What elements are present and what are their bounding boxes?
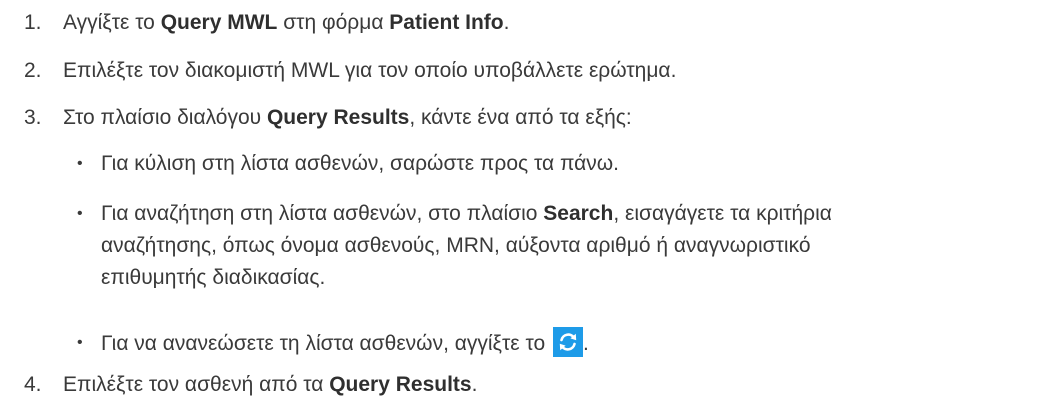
ui-term-search: Search [543,202,614,225]
step-text-part: , κάντε ένα από τα εξής: [409,106,632,129]
bullet-text-line: αναζήτησης, όπως όνομα ασθενούς, MRN, αύ… [101,234,811,257]
step-text-part: στη φόρμα [277,11,390,34]
bullet-text-part: Για να ανανεώσετε τη λίστα ασθενών, αγγί… [101,332,551,355]
step-text-part: . [471,373,478,396]
ui-term-query-results: Query Results [329,373,472,396]
bullet-dot: • [77,334,83,351]
step-text-part: Επιλέξτε τον ασθενή από τα [63,373,330,396]
step-text: Στο πλαίσιο διαλόγου Query Results, κάντ… [63,105,632,131]
ui-term-patient-info: Patient Info [389,11,504,34]
bullet-text: Για κύλιση στη λίστα ασθενών, σαρώστε πρ… [101,152,620,175]
step-text: Επιλέξτε τον διακομιστή MWL για τον οποί… [63,59,677,82]
bullet-text-part: . [582,332,589,355]
step-text: Αγγίξτε το Query MWL στη φόρμα Patient I… [63,10,509,36]
step-number: 3. [24,106,42,129]
step-number: 2. [24,59,42,82]
bullet-text: Για αναζήτηση στη λίστα ασθενών, στο πλα… [101,198,1041,294]
bullet-text: Για να ανανεώσετε τη λίστα ασθενών, αγγί… [101,327,1041,360]
refresh-icon [552,327,583,357]
bullet-text-part: , εισαγάγετε τα κριτήρια [613,202,832,225]
bullet-dot: • [77,205,83,222]
step-text-part: Αγγίξτε το [63,11,161,34]
ui-term-query-results: Query Results [266,106,410,129]
step-text-part: . [503,11,510,34]
bullet-dot: • [77,155,83,172]
step-text: Επιλέξτε τον ασθενή από τα Query Results… [63,372,477,398]
step-text-part: Στο πλαίσιο διαλόγου [63,106,267,129]
ui-term-query-mwl: Query MWL [160,11,278,34]
step-number: 1. [24,11,42,34]
step-number: 4. [24,373,42,396]
bullet-text-line: επιθυμητής διαδικασίας. [101,266,326,289]
bullet-text-part: Για αναζήτηση στη λίστα ασθενών, στο πλα… [101,202,544,225]
